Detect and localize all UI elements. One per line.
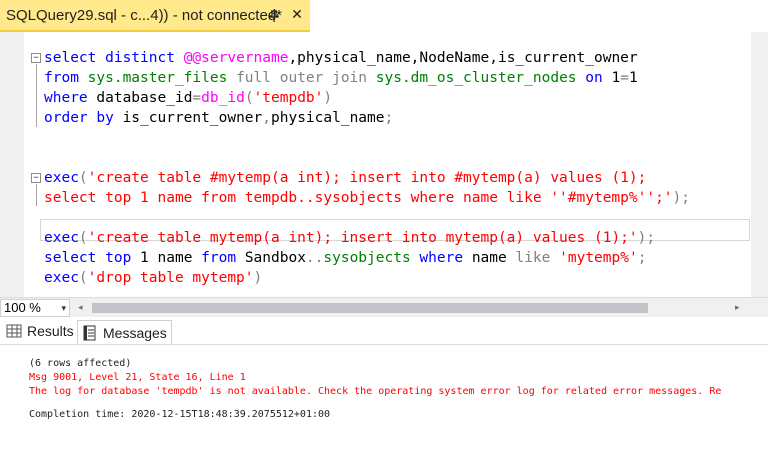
message-line: Completion time: 2020-12-15T18:48:39.207… <box>29 409 331 420</box>
code-token: 'create table #mytemp(a int); insert int… <box>87 170 647 186</box>
code-token: ); <box>672 190 691 206</box>
tab-messages-label: Messages <box>103 324 167 341</box>
code-token: from <box>44 70 88 86</box>
code-token: .. <box>305 250 324 266</box>
code-token: 1 <box>140 250 158 266</box>
query-editor[interactable]: − − select distinct @@servername,physica… <box>0 32 768 297</box>
code-token: ) <box>323 90 333 106</box>
collapse-block-icon[interactable]: − <box>31 173 41 183</box>
code-token: 'tempdb' <box>253 90 324 106</box>
code-token: physical_name <box>271 110 385 126</box>
tab-results[interactable]: Results <box>6 320 74 342</box>
code-line: select top 1 name from tempdb..sysobject… <box>44 188 690 208</box>
code-token: ); <box>637 230 656 246</box>
code-token: database_id <box>96 90 193 106</box>
code-token: name <box>157 250 202 266</box>
tab-messages[interactable]: Messages <box>77 320 172 344</box>
code-token: select top <box>44 250 141 266</box>
code-token: = <box>620 70 629 86</box>
code-token: db_id <box>201 90 245 106</box>
editor-vertical-scrollbar[interactable] <box>751 32 768 297</box>
zoom-dropdown[interactable]: 100 % ▾ <box>0 299 70 317</box>
code-token: 1 <box>611 70 621 86</box>
code-token: order by <box>44 110 123 126</box>
code-token: from <box>201 250 245 266</box>
messages-icon <box>83 325 96 340</box>
code-token: on <box>585 70 612 86</box>
code-token: 1 <box>628 70 638 86</box>
code-token: where <box>419 250 472 266</box>
scroll-left-icon[interactable]: ◂ <box>78 301 88 315</box>
change-tracking-margin <box>24 32 28 297</box>
code-token: select top 1 name from tempdb..sysobject… <box>44 190 673 206</box>
code-line: exec('create table mytemp(a int); insert… <box>44 228 655 248</box>
code-token: like <box>515 250 560 266</box>
code-token: 'create table mytemp(a int); insert into… <box>87 230 638 246</box>
code-token: exec <box>44 270 79 286</box>
code-token: @@servername <box>183 50 289 66</box>
code-token: ( <box>78 230 88 246</box>
code-line: exec('create table #mytemp(a int); inser… <box>44 168 646 188</box>
chevron-down-icon: ▾ <box>61 303 66 313</box>
code-line: order by is_current_owner,physical_name; <box>44 108 393 128</box>
document-tab-sqlquery29[interactable]: SQLQuery29.sql - c...4)) - not connected… <box>0 0 310 32</box>
message-line: Msg 9001, Level 21, State 16, Line 1 <box>29 372 246 383</box>
editor-gutter <box>0 32 24 297</box>
code-token: ( <box>244 90 254 106</box>
code-token: ; <box>384 110 394 126</box>
code-token: 'mytemp%' <box>559 250 638 266</box>
code-token: ( <box>78 170 88 186</box>
code-token: Sandbox <box>244 250 306 266</box>
code-token: sys.dm_os_cluster_nodes <box>375 70 586 86</box>
code-token: exec <box>44 170 79 186</box>
close-icon[interactable]: ✕ <box>289 7 305 23</box>
zoom-value: 100 % <box>4 300 41 315</box>
code-line: exec('drop table mytemp') <box>44 268 262 288</box>
code-token: ,physical_name,NodeName,is_current_owner <box>288 50 638 66</box>
code-token: , <box>262 110 271 126</box>
code-token: sys.master_files <box>87 70 237 86</box>
tab-results-label: Results <box>27 323 74 339</box>
message-line: (6 rows affected) <box>29 358 132 369</box>
code-line: from sys.master_files full outer join sy… <box>44 68 638 88</box>
code-token: select distinct <box>44 50 184 66</box>
horizontal-scrollbar-thumb[interactable] <box>92 303 648 313</box>
document-tab-strip: SQLQuery29.sql - c...4)) - not connected… <box>0 0 768 32</box>
messages-pane[interactable]: (6 rows affected) Msg 9001, Level 21, St… <box>0 344 768 454</box>
fold-guide <box>36 184 37 206</box>
message-line: The log for database 'tempdb' is not ava… <box>29 386 722 397</box>
grid-icon <box>6 324 22 338</box>
code-token: full outer join <box>236 70 376 86</box>
code-token: where <box>44 90 97 106</box>
code-token: ) <box>253 270 263 286</box>
code-line: select top 1 name from Sandbox..sysobjec… <box>44 248 646 268</box>
zoom-scroll-bar: 100 % ▾ ◂ ▸ <box>0 297 768 317</box>
document-tab-title: SQLQuery29.sql - c...4)) - not connected… <box>6 6 282 24</box>
code-token: name <box>471 250 516 266</box>
code-line: select distinct @@servername,physical_na… <box>44 48 638 68</box>
fold-guide <box>36 64 37 127</box>
code-token: ; <box>637 250 647 266</box>
code-token: exec <box>44 230 79 246</box>
code-token: sysobjects <box>323 250 420 266</box>
code-token: ( <box>78 270 88 286</box>
code-line: where database_id=db_id('tempdb') <box>44 88 332 108</box>
code-token: is_current_owner <box>122 110 263 126</box>
scroll-right-icon[interactable]: ▸ <box>735 301 745 315</box>
collapse-block-icon[interactable]: − <box>31 53 41 63</box>
code-token: = <box>192 90 202 106</box>
code-token: 'drop table mytemp' <box>87 270 254 286</box>
pin-icon[interactable] <box>266 8 282 24</box>
result-tabs: Results Messages <box>0 317 768 344</box>
